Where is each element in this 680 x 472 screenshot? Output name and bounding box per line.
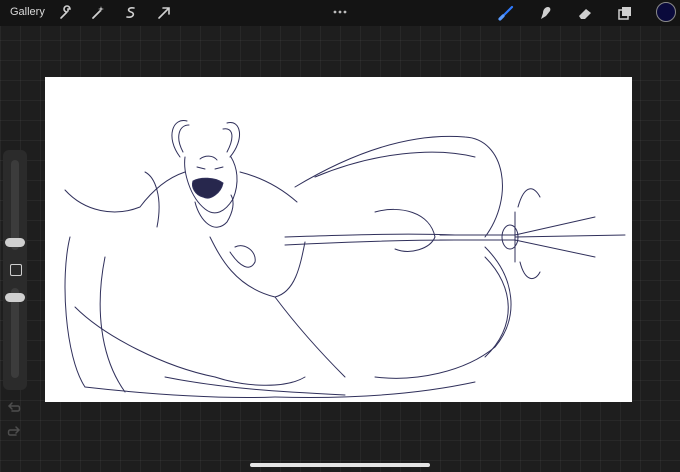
- home-indicator: [250, 463, 430, 467]
- eraser-icon[interactable]: [576, 4, 594, 22]
- top-toolbar: Gallery: [0, 0, 680, 26]
- opacity-thumb[interactable]: [5, 293, 25, 302]
- gallery-button[interactable]: Gallery: [10, 6, 45, 18]
- drawing-canvas[interactable]: [45, 77, 632, 402]
- color-picker-button[interactable]: [656, 2, 676, 22]
- brush-size-slider[interactable]: [5, 160, 25, 250]
- undo-icon[interactable]: [6, 400, 22, 416]
- square-icon[interactable]: [10, 264, 22, 276]
- brush-size-thumb[interactable]: [5, 238, 25, 247]
- brush-sidebar: [3, 150, 27, 390]
- brush-icon[interactable]: [497, 4, 515, 22]
- selection-s-icon[interactable]: [122, 4, 140, 22]
- magic-wand-icon[interactable]: [89, 4, 107, 22]
- layers-icon[interactable]: [616, 4, 634, 22]
- sketch-drawing: [64, 120, 626, 398]
- wrench-icon[interactable]: [57, 4, 75, 22]
- opacity-slider[interactable]: [5, 288, 25, 378]
- more-dots-icon[interactable]: [332, 3, 348, 14]
- smudge-icon[interactable]: [536, 4, 554, 22]
- redo-icon[interactable]: [6, 424, 22, 440]
- arrow-cursor-icon[interactable]: [155, 4, 173, 22]
